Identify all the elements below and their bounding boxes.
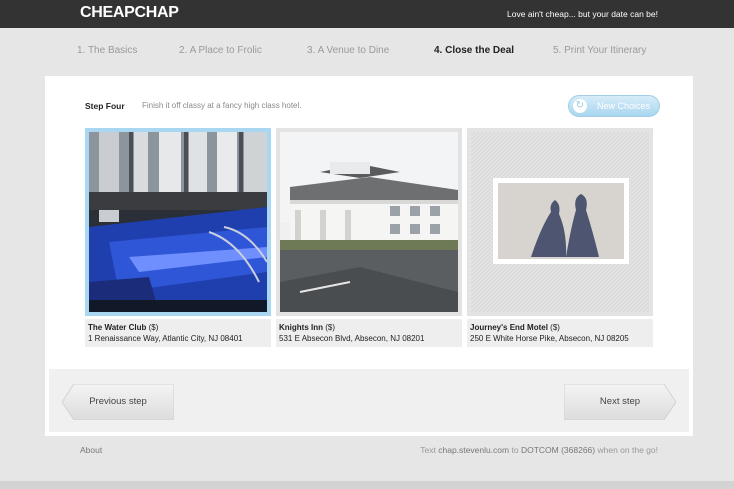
main-panel: Step Four Finish it off classy at a fanc… [45, 76, 693, 436]
hotel-name: Journey's End Motel [470, 323, 548, 332]
hotel-name: The Water Club [88, 323, 147, 332]
hotel-photo[interactable] [276, 128, 462, 316]
logo[interactable]: CHEAPCHAP [80, 4, 179, 22]
new-choices-button[interactable]: ↻ New Choices [568, 95, 660, 117]
step-description: Finish it off classy at a fancy high cla… [142, 101, 302, 110]
footer-text-suffix: when on the go! [597, 445, 659, 455]
bottom-strip [0, 481, 734, 489]
refresh-icon: ↻ [573, 99, 587, 113]
hotel-photo[interactable] [85, 128, 271, 316]
previous-step-label: Previous step [89, 396, 147, 407]
hotel-address: 1 Renaissance Way, Atlantic City, NJ 084… [88, 334, 243, 343]
hotel-card[interactable]: Knights Inn ($) 531 E Absecon Blvd, Abse… [276, 128, 462, 347]
footer-text-to: to [511, 445, 519, 455]
new-choices-label: New Choices [597, 101, 651, 111]
hotel-card[interactable]: Journey's End Motel ($) 250 E White Hors… [467, 128, 653, 347]
hotel-price: ($) [148, 323, 159, 332]
step-navigation: 1. The Basics 2. A Place to Frolic 3. A … [0, 45, 734, 61]
footer-text: Text chap.stevenlu.com to DOTCOM (368266… [420, 445, 658, 455]
footer-domain[interactable]: chap.stevenlu.com [438, 445, 509, 455]
hotel-price: ($) [550, 323, 560, 332]
step-close-the-deal[interactable]: 4. Close the Deal [434, 45, 514, 56]
step-place-to-frolic[interactable]: 2. A Place to Frolic [179, 45, 262, 56]
previous-step-button[interactable]: Previous step [62, 384, 174, 420]
about-link[interactable]: About [80, 445, 102, 455]
hotel-address: 531 E Absecon Blvd, Absecon, NJ 08201 [279, 334, 425, 343]
step-venue-to-dine[interactable]: 3. A Venue to Dine [307, 45, 389, 56]
step-basics[interactable]: 1. The Basics [77, 45, 137, 56]
tagline: Love ain't cheap... but your date can be… [507, 9, 658, 19]
hotel-info: Journey's End Motel ($) 250 E White Hors… [467, 319, 653, 347]
top-bar: CHEAPCHAP Love ain't cheap... but your d… [0, 0, 734, 28]
hotel-price: ($) [325, 323, 336, 332]
hotel-name: Knights Inn [279, 323, 323, 332]
next-step-button[interactable]: Next step [564, 384, 676, 420]
footer-text-prefix: Text [420, 445, 436, 455]
hotel-photo[interactable] [467, 128, 653, 316]
hotel-card[interactable]: The Water Club ($) 1 Renaissance Way, At… [85, 128, 271, 347]
step-nav-area: Previous step Next step [49, 369, 689, 432]
hotel-address: 250 E White Horse Pike, Absecon, NJ 0820… [470, 334, 629, 343]
hotel-info: The Water Club ($) 1 Renaissance Way, At… [85, 319, 271, 347]
step-print-itinerary[interactable]: 5. Print Your Itinerary [553, 45, 646, 56]
step-label: Step Four [85, 101, 125, 111]
next-step-label: Next step [599, 396, 641, 407]
hotel-info: Knights Inn ($) 531 E Absecon Blvd, Abse… [276, 319, 462, 347]
footer-shortcode: DOTCOM (368266) [520, 445, 596, 455]
